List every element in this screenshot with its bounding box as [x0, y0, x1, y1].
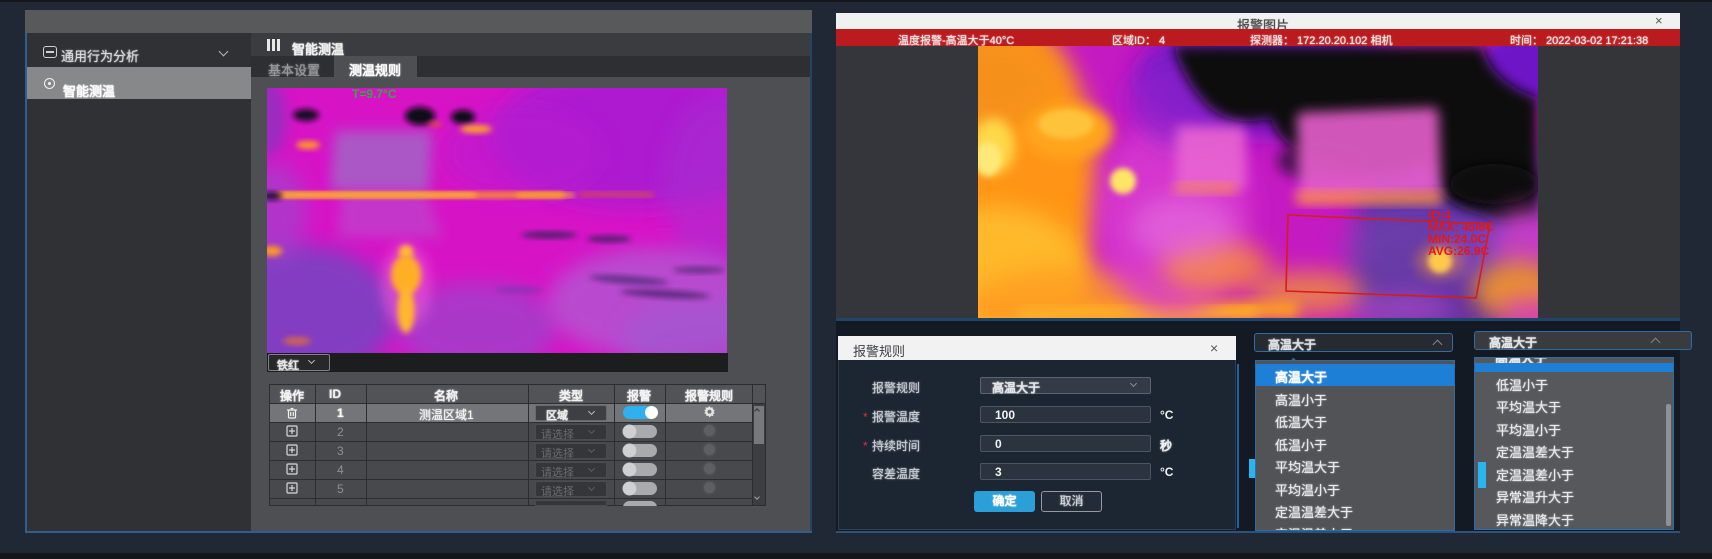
svg-text:AVG:26.9C: AVG:26.9C — [1428, 244, 1489, 258]
svg-text:T=9.7°C: T=9.7°C — [352, 88, 397, 101]
